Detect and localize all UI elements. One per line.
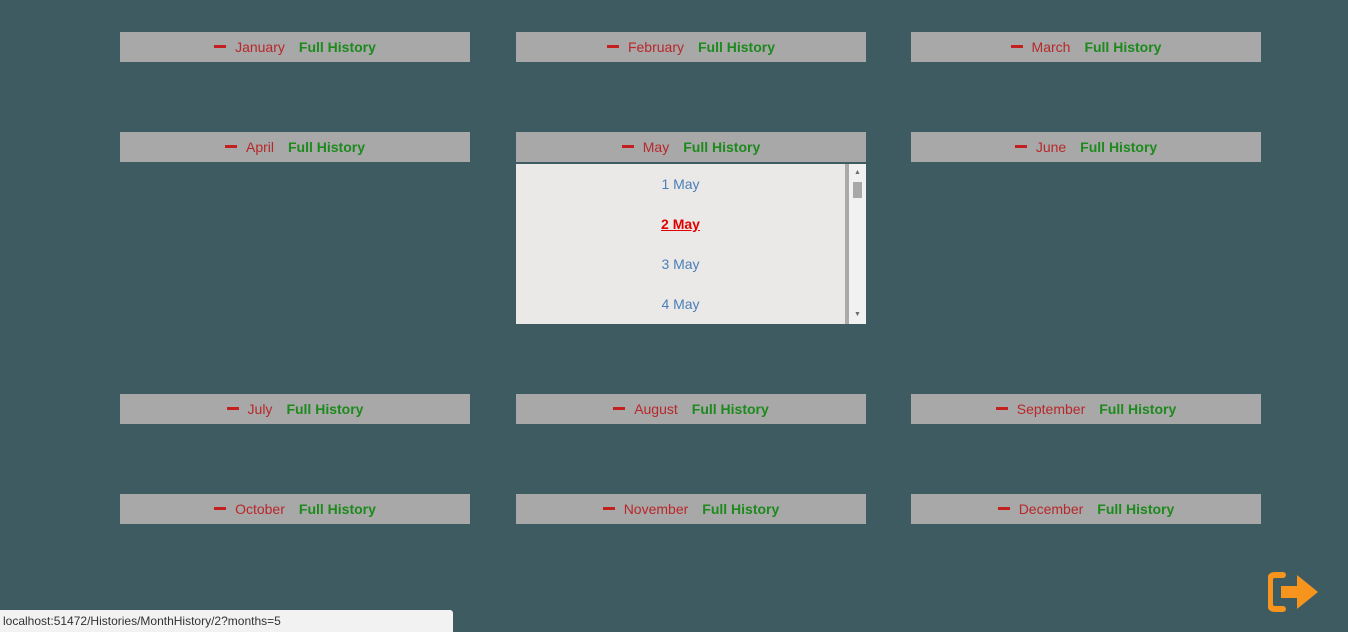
scroll-down-arrow-icon[interactable]: ▼ bbox=[849, 308, 866, 322]
minus-icon[interactable] bbox=[997, 506, 1010, 510]
minus-icon[interactable] bbox=[214, 44, 227, 48]
minus-icon[interactable] bbox=[1014, 144, 1027, 148]
month-header: December Full History bbox=[911, 494, 1261, 524]
day-link[interactable]: 3 May bbox=[516, 244, 845, 284]
full-history-link[interactable]: Full History bbox=[692, 401, 769, 417]
month-panel-june: June Full History bbox=[911, 132, 1261, 162]
month-header: May Full History bbox=[516, 132, 866, 162]
month-panel-january: January Full History bbox=[120, 32, 470, 62]
month-name[interactable]: March bbox=[1032, 39, 1071, 55]
month-header: August Full History bbox=[516, 394, 866, 424]
minus-icon[interactable] bbox=[606, 44, 619, 48]
vertical-scrollbar[interactable]: ▲ ▼ bbox=[849, 164, 866, 324]
full-history-link[interactable]: Full History bbox=[683, 139, 760, 155]
month-header: July Full History bbox=[120, 394, 470, 424]
full-history-link[interactable]: Full History bbox=[698, 39, 775, 55]
month-header: February Full History bbox=[516, 32, 866, 62]
day-list: 1 May 2 May 3 May 4 May ▲ ▼ bbox=[516, 164, 866, 324]
month-header: March Full History bbox=[911, 32, 1261, 62]
month-name[interactable]: December bbox=[1019, 501, 1084, 517]
minus-icon[interactable] bbox=[224, 144, 237, 148]
full-history-link[interactable]: Full History bbox=[1097, 501, 1174, 517]
month-name[interactable]: September bbox=[1017, 401, 1085, 417]
month-panel-july: July Full History bbox=[120, 394, 470, 424]
full-history-link[interactable]: Full History bbox=[1080, 139, 1157, 155]
scroll-up-arrow-icon[interactable]: ▲ bbox=[849, 166, 866, 180]
month-name[interactable]: April bbox=[246, 139, 274, 155]
month-name[interactable]: November bbox=[624, 501, 689, 517]
month-panel-may: May Full History 1 May 2 May 3 May 4 May… bbox=[516, 132, 866, 324]
month-panel-august: August Full History bbox=[516, 394, 866, 424]
month-name[interactable]: February bbox=[628, 39, 684, 55]
minus-icon[interactable] bbox=[621, 144, 634, 148]
month-header: November Full History bbox=[516, 494, 866, 524]
full-history-link[interactable]: Full History bbox=[702, 501, 779, 517]
full-history-link[interactable]: Full History bbox=[299, 501, 376, 517]
month-header: October Full History bbox=[120, 494, 470, 524]
scroll-thumb[interactable] bbox=[853, 182, 862, 198]
month-header: September Full History bbox=[911, 394, 1261, 424]
minus-icon[interactable] bbox=[602, 506, 615, 510]
month-name[interactable]: May bbox=[643, 139, 669, 155]
month-name[interactable]: July bbox=[248, 401, 273, 417]
browser-status-bar: localhost:51472/Histories/MonthHistory/2… bbox=[0, 610, 453, 632]
month-header: January Full History bbox=[120, 32, 470, 62]
month-panel-april: April Full History bbox=[120, 132, 470, 162]
minus-icon[interactable] bbox=[214, 506, 227, 510]
month-header: April Full History bbox=[120, 132, 470, 162]
day-items: 1 May 2 May 3 May 4 May bbox=[516, 164, 845, 324]
month-panel-december: December Full History bbox=[911, 494, 1261, 524]
sign-out-icon[interactable] bbox=[1267, 571, 1320, 613]
full-history-link[interactable]: Full History bbox=[299, 39, 376, 55]
full-history-link[interactable]: Full History bbox=[286, 401, 363, 417]
month-name[interactable]: October bbox=[235, 501, 285, 517]
month-panel-october: October Full History bbox=[120, 494, 470, 524]
minus-icon[interactable] bbox=[613, 406, 626, 410]
minus-icon[interactable] bbox=[995, 406, 1008, 410]
full-history-link[interactable]: Full History bbox=[1099, 401, 1176, 417]
full-history-link[interactable]: Full History bbox=[288, 139, 365, 155]
full-history-link[interactable]: Full History bbox=[1084, 39, 1161, 55]
month-panel-september: September Full History bbox=[911, 394, 1261, 424]
month-panel-november: November Full History bbox=[516, 494, 866, 524]
minus-icon[interactable] bbox=[1010, 44, 1023, 48]
day-link-selected[interactable]: 2 May bbox=[516, 204, 845, 244]
month-header: June Full History bbox=[911, 132, 1261, 162]
day-link[interactable]: 1 May bbox=[516, 164, 845, 204]
minus-icon[interactable] bbox=[226, 406, 239, 410]
month-name[interactable]: August bbox=[634, 401, 678, 417]
month-name[interactable]: January bbox=[235, 39, 285, 55]
month-name[interactable]: June bbox=[1036, 139, 1066, 155]
day-link[interactable]: 4 May bbox=[516, 284, 845, 324]
month-panel-february: February Full History bbox=[516, 32, 866, 62]
month-panel-march: March Full History bbox=[911, 32, 1261, 62]
